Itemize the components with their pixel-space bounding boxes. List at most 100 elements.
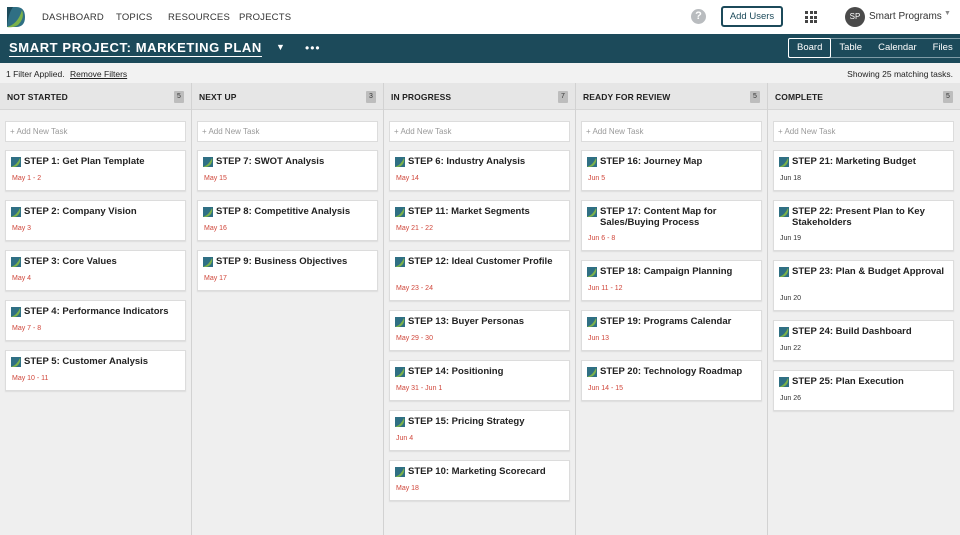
task-title[interactable]: STEP 13: Buyer Personas bbox=[408, 316, 564, 327]
task-card[interactable]: STEP 17: Content Map for Sales/Buying Pr… bbox=[581, 200, 762, 251]
task-icon bbox=[587, 207, 597, 217]
task-title[interactable]: STEP 24: Build Dashboard bbox=[792, 326, 948, 337]
task-due-date: Jun 6 - 8 bbox=[588, 235, 616, 242]
nav-item-resources[interactable]: RESOURCES bbox=[168, 0, 230, 34]
task-title[interactable]: STEP 6: Industry Analysis bbox=[408, 156, 564, 167]
task-card[interactable]: STEP 3: Core Values May 4 bbox=[5, 250, 186, 291]
add-new-task-input[interactable]: + Add New Task bbox=[197, 121, 378, 142]
avatar[interactable]: SP bbox=[845, 7, 865, 27]
user-name[interactable]: Smart Programs bbox=[869, 11, 942, 22]
task-title[interactable]: STEP 5: Customer Analysis bbox=[24, 356, 180, 367]
grid-icon[interactable] bbox=[805, 11, 817, 23]
task-due-date: May 16 bbox=[204, 225, 227, 232]
help-icon[interactable]: ? bbox=[691, 9, 706, 24]
task-title[interactable]: STEP 4: Performance Indicators bbox=[24, 306, 180, 317]
task-title[interactable]: STEP 19: Programs Calendar bbox=[600, 316, 756, 327]
task-due-date: May 10 - 11 bbox=[12, 375, 49, 382]
nav-item-projects[interactable]: PROJECTS bbox=[239, 0, 291, 34]
column-title: READY FOR REVIEW bbox=[583, 92, 671, 102]
tab-calendar[interactable]: Calendar bbox=[870, 39, 925, 57]
task-due-date: May 23 - 24 bbox=[396, 285, 433, 292]
task-title[interactable]: STEP 25: Plan Execution bbox=[792, 376, 948, 387]
task-card[interactable]: STEP 24: Build Dashboard Jun 22 bbox=[773, 320, 954, 361]
task-card[interactable]: STEP 22: Present Plan to Key Stakeholder… bbox=[773, 200, 954, 251]
task-due-date: Jun 20 bbox=[780, 295, 802, 302]
task-icon bbox=[11, 157, 21, 167]
task-title[interactable]: STEP 12: Ideal Customer Profile bbox=[408, 256, 564, 267]
board-column: COMPLETE 5 + Add New Task STEP 21: Marketin… bbox=[768, 83, 960, 535]
task-card[interactable]: STEP 14: Positioning May 31 - Jun 1 bbox=[389, 360, 570, 401]
column-header: NEXT UP 3 bbox=[192, 83, 383, 110]
task-title[interactable]: STEP 11: Market Segments bbox=[408, 206, 564, 217]
add-new-task-input[interactable]: + Add New Task bbox=[581, 121, 762, 142]
task-title[interactable]: STEP 10: Marketing Scorecard bbox=[408, 466, 564, 477]
task-due-date: May 18 bbox=[396, 485, 419, 492]
tab-board[interactable]: Board bbox=[788, 38, 832, 58]
task-card[interactable]: STEP 15: Pricing Strategy Jun 4 bbox=[389, 410, 570, 451]
nav-item-dashboard[interactable]: DASHBOARD bbox=[33, 0, 113, 34]
task-card[interactable]: STEP 9: Business Objectives May 17 bbox=[197, 250, 378, 291]
task-icon bbox=[395, 467, 405, 477]
task-card[interactable]: STEP 7: SWOT Analysis May 15 bbox=[197, 150, 378, 191]
task-title[interactable]: STEP 7: SWOT Analysis bbox=[216, 156, 372, 167]
column-header: COMPLETE 5 bbox=[768, 83, 960, 110]
task-card[interactable]: STEP 18: Campaign Planning Jun 11 - 12 bbox=[581, 260, 762, 301]
task-title[interactable]: STEP 1: Get Plan Template bbox=[24, 156, 180, 167]
board-column: NEXT UP 3 + Add New Task STEP 7: SWOT Analy… bbox=[192, 83, 384, 535]
task-card[interactable]: STEP 1: Get Plan Template May 1 - 2 bbox=[5, 150, 186, 191]
task-title[interactable]: STEP 15: Pricing Strategy bbox=[408, 416, 564, 427]
task-card[interactable]: STEP 19: Programs Calendar Jun 13 bbox=[581, 310, 762, 351]
task-card[interactable]: STEP 23: Plan & Budget Approval Jun 20 bbox=[773, 260, 954, 311]
task-icon bbox=[395, 157, 405, 167]
project-title[interactable]: SMART PROJECT: MARKETING PLAN bbox=[9, 40, 262, 57]
task-card[interactable]: STEP 2: Company Vision May 3 bbox=[5, 200, 186, 241]
task-card[interactable]: STEP 12: Ideal Customer Profile May 23 - … bbox=[389, 250, 570, 301]
task-title[interactable]: STEP 16: Journey Map bbox=[600, 156, 756, 167]
task-title[interactable]: STEP 9: Business Objectives bbox=[216, 256, 372, 267]
tab-files[interactable]: Files bbox=[925, 39, 960, 57]
task-due-date: May 7 - 8 bbox=[12, 325, 42, 332]
nav-item-topics[interactable]: TOPICS bbox=[116, 0, 152, 34]
task-card[interactable]: STEP 11: Market Segments May 21 - 22 bbox=[389, 200, 570, 241]
task-title[interactable]: STEP 14: Positioning bbox=[408, 366, 564, 377]
task-due-date: May 17 bbox=[204, 275, 227, 282]
smart-programs-logo-icon[interactable] bbox=[4, 4, 28, 30]
chevron-down-icon[interactable]: ▼ bbox=[944, 10, 951, 17]
task-title[interactable]: STEP 3: Core Values bbox=[24, 256, 180, 267]
task-title[interactable]: STEP 2: Company Vision bbox=[24, 206, 180, 217]
task-title[interactable]: STEP 18: Campaign Planning bbox=[600, 266, 756, 277]
chevron-down-icon[interactable]: ▼ bbox=[276, 42, 285, 52]
task-title[interactable]: STEP 22: Present Plan to Key Stakeholder… bbox=[792, 206, 948, 228]
task-card[interactable]: STEP 5: Customer Analysis May 10 - 11 bbox=[5, 350, 186, 391]
task-title[interactable]: STEP 21: Marketing Budget bbox=[792, 156, 948, 167]
task-title[interactable]: STEP 8: Competitive Analysis bbox=[216, 206, 372, 217]
add-new-task-input[interactable]: + Add New Task bbox=[389, 121, 570, 142]
task-icon bbox=[779, 327, 789, 337]
column-header: NOT STARTED 5 bbox=[0, 83, 191, 110]
column-title: NOT STARTED bbox=[7, 92, 68, 102]
task-card[interactable]: STEP 6: Industry Analysis May 14 bbox=[389, 150, 570, 191]
task-card[interactable]: STEP 13: Buyer Personas May 29 - 30 bbox=[389, 310, 570, 351]
add-users-button[interactable]: Add Users bbox=[721, 6, 783, 27]
add-new-task-input[interactable]: + Add New Task bbox=[773, 121, 954, 142]
task-card[interactable]: STEP 4: Performance Indicators May 7 - 8 bbox=[5, 300, 186, 341]
remove-filters-link[interactable]: Remove Filters bbox=[70, 69, 127, 79]
filter-bar: 1 Filter Applied. Remove Filters Showing… bbox=[0, 63, 960, 83]
task-card[interactable]: STEP 8: Competitive Analysis May 16 bbox=[197, 200, 378, 241]
task-icon bbox=[779, 157, 789, 167]
task-due-date: May 3 bbox=[12, 225, 32, 232]
task-due-date: Jun 11 - 12 bbox=[588, 285, 623, 292]
task-title[interactable]: STEP 23: Plan & Budget Approval bbox=[792, 266, 948, 277]
add-new-task-input[interactable]: + Add New Task bbox=[5, 121, 186, 142]
task-title[interactable]: STEP 17: Content Map for Sales/Buying Pr… bbox=[600, 206, 756, 228]
task-card[interactable]: STEP 10: Marketing Scorecard May 18 bbox=[389, 460, 570, 501]
more-options-icon[interactable]: ••• bbox=[305, 41, 321, 55]
task-card[interactable]: STEP 16: Journey Map Jun 5 bbox=[581, 150, 762, 191]
task-title[interactable]: STEP 20: Technology Roadmap bbox=[600, 366, 756, 377]
task-icon bbox=[395, 317, 405, 327]
task-card[interactable]: STEP 21: Marketing Budget Jun 18 bbox=[773, 150, 954, 191]
tab-table[interactable]: Table bbox=[831, 39, 870, 57]
task-card[interactable]: STEP 25: Plan Execution Jun 26 bbox=[773, 370, 954, 411]
column-title: IN PROGRESS bbox=[391, 92, 452, 102]
task-card[interactable]: STEP 20: Technology Roadmap Jun 14 - 15 bbox=[581, 360, 762, 401]
